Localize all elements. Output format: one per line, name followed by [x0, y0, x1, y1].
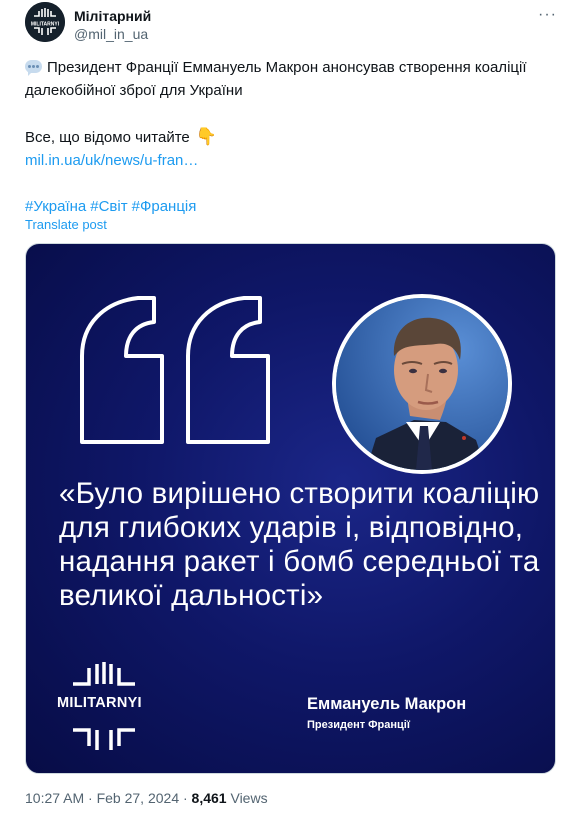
pointing-down-icon: 👇: [195, 127, 218, 146]
hashtag-ukraine[interactable]: #Україна: [25, 198, 86, 215]
avatar[interactable]: MILITARNYI: [25, 2, 65, 42]
more-options-button[interactable]: ···: [538, 6, 557, 24]
post-line-1: Президент Франції Еммануель Макрон анонс…: [25, 59, 527, 99]
hashtag-world[interactable]: #Світ: [90, 198, 127, 215]
post-header: MILITARNYI Мілітарний @mil_in_ua ···: [25, 2, 565, 46]
quote-author: Еммануель Макрон: [307, 695, 467, 713]
timestamp[interactable]: 10:27 AM · Feb 27, 2024 ·: [25, 790, 188, 806]
militarnyi-logo-icon: MILITARNYI: [25, 2, 65, 42]
quote-author-title: Президент Франції: [307, 719, 410, 731]
article-link[interactable]: mil.in.ua/uk/news/u-fran…: [25, 152, 198, 169]
views-label: Views: [230, 790, 268, 806]
views-count[interactable]: 8,461: [192, 790, 227, 806]
account-handle[interactable]: @mil_in_ua: [74, 26, 148, 42]
logo-wordmark: MILITARNYI: [57, 695, 142, 711]
translate-post-link[interactable]: Translate post: [25, 217, 107, 232]
hashtags: #Україна #Світ #Франція: [25, 195, 545, 218]
quote-mark-icon: [80, 296, 270, 444]
quote-text: «Було вирішено створити коаліцію для гли…: [59, 477, 540, 612]
speaker-portrait: [332, 294, 512, 474]
account-name[interactable]: Мілітарний: [74, 8, 151, 24]
post-line-2: Все, що відомо читайте: [25, 129, 190, 146]
post-footer: 10:27 AM · Feb 27, 2024 · 8,461 Views: [25, 790, 268, 806]
post-text: Президент Франції Еммануель Макрон анонс…: [25, 56, 545, 218]
quote-card-image[interactable]: «Було вирішено створити коаліцію для гли…: [25, 243, 556, 774]
speech-bubble-icon: [25, 60, 42, 76]
svg-text:MILITARNYI: MILITARNYI: [31, 22, 60, 28]
portrait-illustration: [336, 298, 508, 470]
hashtag-france[interactable]: #Франція: [132, 198, 197, 215]
